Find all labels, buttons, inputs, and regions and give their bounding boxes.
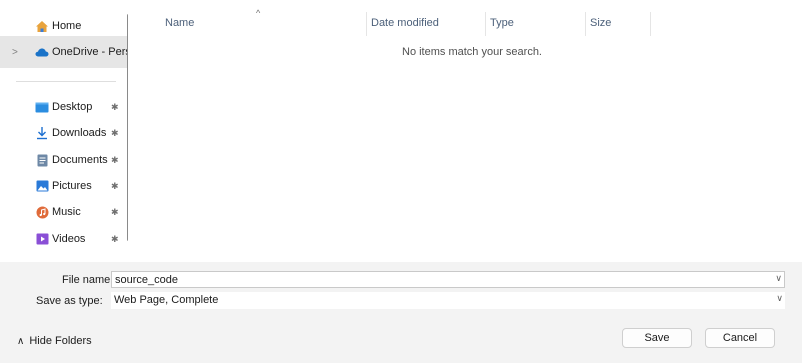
save-as-type-label: Save as type:: [36, 295, 103, 307]
chevron-right-icon[interactable]: >: [12, 47, 18, 58]
column-divider[interactable]: [485, 12, 486, 36]
nav-item-label: Documents: [52, 154, 108, 166]
nav-item-label: Music: [52, 206, 81, 218]
column-header-date-modified[interactable]: Date modified: [371, 17, 439, 29]
nav-item-downloads[interactable]: Downloads ✱: [0, 120, 128, 146]
column-header-size[interactable]: Size: [590, 17, 611, 29]
column-divider[interactable]: [366, 12, 367, 36]
pictures-icon: [35, 179, 49, 193]
cancel-button[interactable]: Cancel: [705, 328, 775, 348]
nav-item-label: Downloads: [52, 127, 107, 139]
pin-icon[interactable]: ✱: [111, 128, 119, 139]
documents-icon: [35, 153, 49, 167]
pin-icon[interactable]: ✱: [111, 207, 119, 218]
nav-item-videos[interactable]: Videos ✱: [0, 226, 128, 252]
desktop-icon: [35, 100, 49, 114]
column-divider[interactable]: [585, 12, 586, 36]
chevron-up-icon: ∧: [17, 335, 25, 347]
column-header-name[interactable]: Name: [165, 17, 194, 29]
column-divider[interactable]: [650, 12, 651, 36]
nav-item-label: Home: [52, 20, 82, 32]
chevron-down-icon[interactable]: ∨: [775, 273, 782, 284]
column-header-type[interactable]: Type: [490, 17, 514, 29]
download-icon: [35, 126, 49, 140]
nav-item-desktop[interactable]: Desktop ✱: [0, 94, 128, 120]
nav-item-label: OneDrive - Pers: [52, 46, 128, 58]
file-name-input[interactable]: [115, 272, 755, 287]
onedrive-icon: [35, 45, 49, 59]
hide-folders-label: Hide Folders: [29, 335, 92, 347]
pin-icon[interactable]: ✱: [111, 102, 119, 113]
nav-item-music[interactable]: Music ✱: [0, 199, 128, 225]
pin-icon[interactable]: ✱: [111, 155, 119, 166]
file-list-header: ^ Name Date modified Type Size: [135, 0, 802, 40]
empty-search-message: No items match your search.: [402, 46, 542, 58]
file-name-field[interactable]: ∨: [111, 271, 785, 288]
pin-icon[interactable]: ✱: [111, 234, 119, 245]
nav-item-label: Pictures: [52, 180, 92, 192]
navigation-pane: Home > OneDrive - Pers Desktop ✱ Downloa…: [0, 0, 128, 262]
nav-item-documents[interactable]: Documents ✱: [0, 147, 128, 173]
hide-folders-button[interactable]: ∧ Hide Folders: [17, 335, 92, 347]
nav-item-onedrive[interactable]: > OneDrive - Pers: [0, 36, 128, 68]
nav-item-pictures[interactable]: Pictures ✱: [0, 173, 128, 199]
home-icon: [35, 19, 49, 33]
pin-icon[interactable]: ✱: [111, 181, 119, 192]
nav-item-label: Videos: [52, 233, 86, 245]
save-as-type-select[interactable]: Web Page, Complete ∨: [111, 292, 785, 309]
sort-ascending-icon: ^: [256, 8, 261, 18]
nav-scrollbar[interactable]: [127, 14, 128, 241]
save-button[interactable]: Save: [622, 328, 692, 348]
nav-divider: [16, 81, 116, 82]
music-icon: [35, 205, 49, 219]
chevron-down-icon[interactable]: ∨: [776, 293, 783, 304]
nav-item-label: Desktop: [52, 101, 93, 113]
file-name-label: File name:: [62, 274, 114, 286]
save-as-type-value: Web Page, Complete: [114, 294, 219, 306]
videos-icon: [35, 232, 49, 246]
